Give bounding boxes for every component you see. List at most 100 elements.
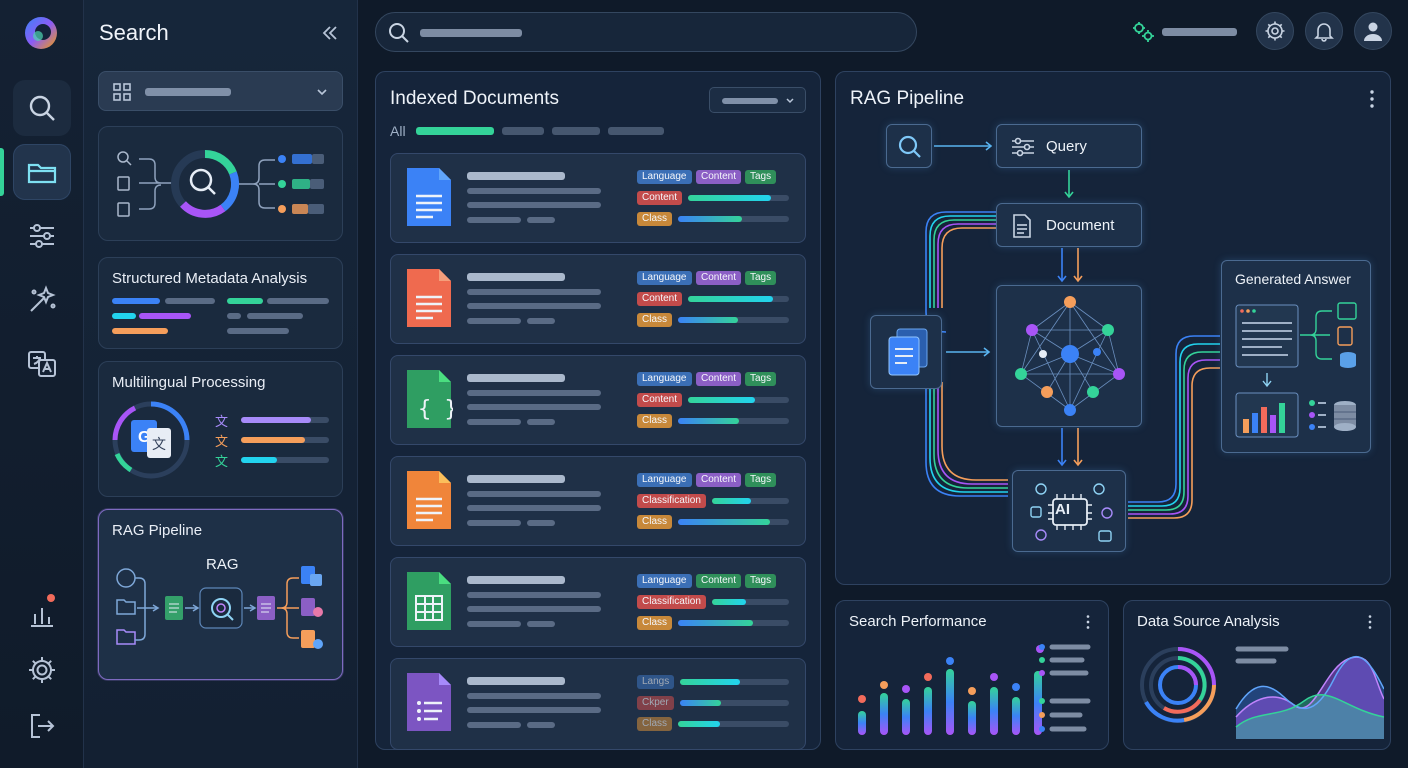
meta-bar xyxy=(139,313,191,319)
more-options-icon[interactable] xyxy=(1368,615,1372,629)
document-card[interactable]: Language Content Tags Content Class xyxy=(390,254,806,344)
tag-badge[interactable]: Content xyxy=(637,191,683,205)
rail-analytics-button[interactable] xyxy=(13,586,71,642)
tag-badge[interactable]: Language xyxy=(637,473,692,487)
document-card[interactable]: Language Content Tags Classification Class xyxy=(390,456,806,546)
tag-badge[interactable]: Tags xyxy=(745,574,777,588)
document-card[interactable]: Language Content Tags Content Class xyxy=(390,153,806,243)
filter-tab[interactable] xyxy=(552,127,600,135)
tag-badge[interactable]: Tags xyxy=(745,271,777,285)
meta-bar xyxy=(227,298,263,304)
document-card[interactable]: Language Content Tags Classification Class xyxy=(390,557,806,647)
tag-badge[interactable]: Content xyxy=(696,574,742,588)
document-card[interactable]: Langs Ckper Class xyxy=(390,658,806,750)
source-documents-node[interactable] xyxy=(870,315,942,389)
view-select[interactable] xyxy=(98,71,343,111)
tag-badge[interactable]: Language xyxy=(637,271,692,285)
tag-badge[interactable]: Class xyxy=(637,313,673,327)
query-label: Query xyxy=(1046,138,1087,155)
progress-bar xyxy=(678,317,789,323)
rag-mini-diagram xyxy=(116,566,323,649)
tag-badge[interactable]: Language xyxy=(637,170,692,184)
tag-badge[interactable]: Content xyxy=(637,292,683,306)
rail-logout-button[interactable] xyxy=(13,698,71,754)
sidebar-title: Search xyxy=(99,20,169,45)
query-node[interactable]: Query xyxy=(996,124,1142,168)
doc-line-placeholder xyxy=(467,202,601,208)
search-flow-card[interactable] xyxy=(98,126,343,241)
tag-badge[interactable]: Class xyxy=(637,212,673,226)
data-source-chart xyxy=(1140,646,1384,739)
tag-badge[interactable]: Content xyxy=(637,393,683,407)
meta-bar xyxy=(112,298,160,304)
integration-gear-icon[interactable] xyxy=(1131,20,1155,44)
metadata-card-title: Structured Metadata Analysis xyxy=(112,270,308,287)
sliders-icon xyxy=(1012,137,1034,157)
rail-ai-button[interactable] xyxy=(13,272,71,328)
rail-filters-button[interactable] xyxy=(13,208,71,264)
tag-badge[interactable]: Ckper xyxy=(637,696,674,710)
ai-model-node[interactable]: AI xyxy=(1012,470,1126,552)
filter-tab-active[interactable] xyxy=(416,127,494,135)
app-logo-icon[interactable] xyxy=(22,14,60,52)
progress-fill xyxy=(688,195,771,201)
filter-tab[interactable] xyxy=(608,127,664,135)
tag-badge[interactable]: Language xyxy=(637,574,692,588)
more-options-icon[interactable] xyxy=(1086,615,1090,629)
progress-fill xyxy=(680,679,740,685)
tag-badge[interactable]: Content xyxy=(696,170,742,184)
tag-badge[interactable]: Class xyxy=(637,414,673,428)
user-avatar-button[interactable] xyxy=(1354,12,1392,50)
rail-search-button[interactable] xyxy=(13,80,71,136)
rag-pipeline-card[interactable]: RAG Pipeline RAG xyxy=(98,509,343,680)
tag-badge[interactable]: Content xyxy=(696,473,742,487)
tag-badge[interactable]: Class xyxy=(637,717,673,731)
progress-fill xyxy=(678,216,742,222)
tag-badge[interactable]: Tags xyxy=(745,473,777,487)
generated-answer-node[interactable]: Generated Answer xyxy=(1221,260,1371,453)
search-icon xyxy=(898,135,921,158)
tag-badge[interactable]: Tags xyxy=(745,170,777,184)
tag-badge[interactable]: Classification xyxy=(637,595,706,609)
rail-folder-button[interactable] xyxy=(13,144,71,200)
doc-line-placeholder xyxy=(467,217,521,223)
document-node[interactable]: Document xyxy=(996,203,1142,247)
progress-bar xyxy=(712,599,789,605)
filter-tab[interactable] xyxy=(502,127,544,135)
answer-visual xyxy=(1235,302,1357,438)
filter-all-tab[interactable]: All xyxy=(390,123,406,139)
tag-badge[interactable]: Class xyxy=(637,515,673,529)
sort-dropdown[interactable] xyxy=(709,87,806,113)
rail-settings-button[interactable] xyxy=(13,642,71,698)
tag-badge[interactable]: Content xyxy=(696,271,742,285)
meta-bar xyxy=(267,298,329,304)
doc-line-placeholder xyxy=(467,505,601,511)
document-card[interactable]: { }LanguageContentTagsContentClass xyxy=(390,355,806,445)
tag-badge[interactable]: Tags xyxy=(745,372,777,386)
knowledge-graph-node[interactable] xyxy=(996,285,1142,427)
document-icon xyxy=(1013,214,1031,238)
search-icon xyxy=(29,95,55,121)
tag-badge[interactable]: Language xyxy=(637,372,692,386)
doc-line-placeholder xyxy=(527,318,555,324)
logout-icon xyxy=(31,714,55,738)
search-performance-title: Search Performance xyxy=(849,613,987,630)
global-search-input[interactable] xyxy=(375,12,917,52)
rail-active-indicator xyxy=(0,148,4,196)
doc-title-placeholder xyxy=(467,576,565,584)
progress-fill xyxy=(712,599,746,605)
tag-badge[interactable]: Class xyxy=(637,616,673,630)
settings-button[interactable] xyxy=(1256,12,1294,50)
collapse-icon[interactable] xyxy=(319,22,341,44)
tag-badge[interactable]: Classification xyxy=(637,494,706,508)
tag-badge[interactable]: Content xyxy=(696,372,742,386)
search-node[interactable] xyxy=(886,124,932,168)
svg-text:文: 文 xyxy=(152,437,166,453)
search-icon xyxy=(389,23,409,43)
rail-translate-button[interactable] xyxy=(13,336,71,392)
tag-badge[interactable]: Langs xyxy=(637,675,675,689)
metadata-card[interactable]: Structured Metadata Analysis xyxy=(98,257,343,349)
doc-line-placeholder xyxy=(467,592,601,598)
notifications-button[interactable] xyxy=(1305,12,1343,50)
multilingual-card[interactable]: Multilingual Processing G 文 文 文 文 xyxy=(98,361,343,497)
